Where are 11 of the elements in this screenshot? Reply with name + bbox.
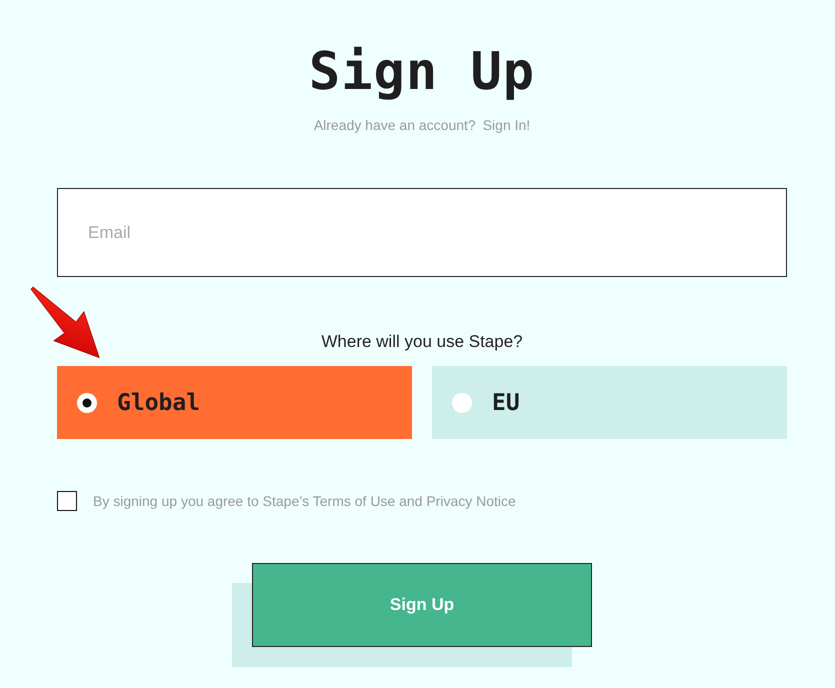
- region-option[interactable]: EU: [432, 366, 787, 439]
- email-field[interactable]: Email: [57, 188, 787, 277]
- region-question: Where will you use Stape?: [321, 331, 523, 353]
- account-prompt: Already have an account?: [314, 116, 476, 134]
- arrow-icon: [30, 286, 100, 358]
- terms-checkbox[interactable]: [57, 491, 77, 511]
- terms-text: By signing up you agree to Stape’s Terms of Use and Privacy Notice: [93, 492, 516, 511]
- region-option[interactable]: Global: [57, 366, 412, 439]
- radio-icon: [77, 392, 97, 412]
- page-title: Sign Up: [308, 41, 536, 104]
- radio-icon: [452, 392, 472, 412]
